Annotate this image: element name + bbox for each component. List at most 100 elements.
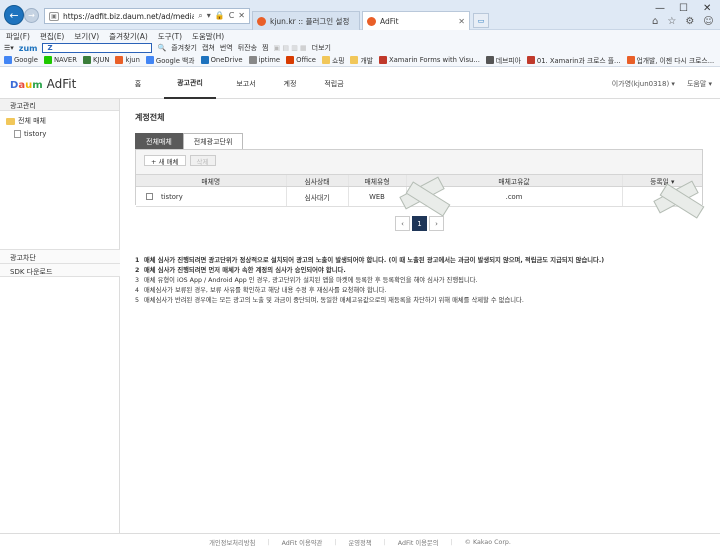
sidebar-link-adblock[interactable]: 광고차단 [0,249,120,263]
menu-file[interactable]: 파일(F) [6,31,30,42]
tb-translate[interactable]: 번역 [220,43,233,53]
address-url[interactable]: https://adfit.biz.daum.net/ad/media [63,12,194,21]
office-icon [286,56,295,64]
tab-adfit[interactable]: AdFit ✕ [362,11,470,30]
bookmark-item[interactable]: kjun [115,56,140,64]
header-right: 이가영(kjun0318) ▾ 도움말 ▾ [612,79,712,89]
nav-account[interactable]: 계정 [268,68,312,99]
menu-view[interactable]: 보기(V) [74,31,99,42]
bookmark-label: KJUN [92,56,110,64]
media-name-link[interactable]: tistory [161,193,183,201]
bookmark-item[interactable]: Google 백과 [145,55,195,65]
footer-terms-link[interactable]: AdFit 이용약관 [282,538,323,547]
menu-favorites[interactable]: 즐겨찾기(A) [109,31,148,42]
browser-titlebar: ← → ▣ https://adfit.biz.daum.net/ad/medi… [0,0,720,30]
bookmark-item[interactable]: iptime [248,56,281,64]
sidebar-link-sdk[interactable]: SDK 다운로드 [0,263,120,277]
stop-icon[interactable]: ✕ [238,11,245,21]
search-icon[interactable]: 🔍 [157,44,166,52]
file-icon [14,130,21,138]
col-review-status[interactable]: 심사상태 [285,174,348,187]
forward-button[interactable]: → [24,8,39,23]
bookmark-item[interactable]: Office [286,56,316,64]
zum-logo[interactable]: zum [19,44,38,53]
nav-reserve[interactable]: 적립금 [312,68,356,99]
bookmark-item[interactable]: 업개발, 이젠 다시 크로스... [626,55,714,65]
kjun-icon [82,56,91,64]
footer-contact-link[interactable]: AdFit 이용문의 [398,538,439,547]
dropdown-icon[interactable]: ▾ [207,11,211,21]
footer-policy-link[interactable]: 운영정책 [348,538,371,547]
notice-item: 1 매체 심사가 진행되려면 광고단위가 정상적으로 설치되어 광고의 노출이 발… [135,256,705,266]
favorites-star-icon[interactable]: ☆ [667,16,676,27]
minimize-button[interactable]: — [655,3,665,14]
cell-media-name: tistory [136,186,286,207]
delete-button[interactable]: 삭제 [189,155,216,166]
tab-all-ad-units[interactable]: 전체광고단위 [182,133,244,149]
new-tab-button[interactable]: ▭ [473,13,489,28]
menu-help[interactable]: 도움말(H) [192,31,224,42]
cell-status: 심사대기 [285,186,348,207]
tb-misc[interactable]: 뒤잔송 [238,43,257,53]
nav-home[interactable]: 홈 [120,68,156,99]
menu-tools[interactable]: 도구(T) [158,31,182,42]
bookmark-label: iptime [258,56,281,64]
tab-close-icon[interactable]: ✕ [458,17,465,26]
refresh-icon[interactable]: C [229,11,235,21]
back-button[interactable]: ← [4,5,24,25]
tab-all-media[interactable]: 전체매체 [135,133,183,149]
tb-heart[interactable]: 찜 [262,43,268,53]
user-menu[interactable]: 이가영(kjun0318) ▾ [612,79,675,89]
tree-item-all-media[interactable]: 전체 매체 [6,115,113,128]
footer-divider: | [267,538,270,546]
tab-kjun[interactable]: kjun.kr :: 플러그인 설정 [252,11,360,30]
toolbar-icons: ▣ ▤ ▥ ▦ [273,44,307,52]
bookmark-item[interactable]: NAVER [43,56,77,64]
bookmark-item[interactable]: 개발 [350,55,373,65]
tb-favorites[interactable]: 즐겨찾기 [171,43,197,53]
footer-privacy-link[interactable]: 개인정보처리방침 [209,538,255,547]
help-menu[interactable]: 도움말 ▾ [687,79,712,89]
home-icon[interactable]: ⌂ [652,16,658,27]
close-window-button[interactable]: ✕ [703,3,711,14]
bookmark-label: Google [14,56,38,64]
notice-item: 4 매체심사가 보류된 경우, 보류 사유를 확인하고 해당 내용 수정 후 재심… [135,286,705,296]
bookmark-item[interactable]: KJUN [82,56,110,64]
bookmarks-bar: Google NAVER KJUN kjun Google 백과 OneDriv… [0,54,720,67]
address-bar[interactable]: ▣ https://adfit.biz.daum.net/ad/media ⌕ … [44,8,250,24]
zum-search-input[interactable]: Z [42,43,153,53]
bookmark-label: NAVER [53,56,77,64]
new-tab-icon: ▭ [477,16,485,25]
bookmark-item[interactable]: 데브피아 [485,55,521,65]
lock-icon[interactable]: 🔒 [215,11,225,21]
smiley-icon[interactable]: ☺ [703,16,713,27]
bookmark-item[interactable]: OneDrive [200,56,243,64]
menu-edit[interactable]: 편집(E) [40,31,64,42]
adfit-logo[interactable]: Daum AdFit [10,77,76,91]
prev-page-button[interactable]: ‹ [395,216,410,231]
tree-item-tistory[interactable]: tistory [6,128,113,141]
col-media-name[interactable]: 매체명 [136,174,286,187]
nav-report[interactable]: 보고서 [224,68,268,99]
gear-icon[interactable]: ⚙ [685,16,694,27]
tab-favicon-icon [367,16,376,26]
bookmark-item[interactable]: 쇼핑 [321,55,344,65]
col-media-type[interactable]: 매체유형 [347,174,406,187]
nav-ad-management[interactable]: 광고관리 [164,68,216,99]
search-icon[interactable]: ⌕ [198,11,202,21]
bookmark-item[interactable]: Xamarin Forms with Visu... [378,56,480,64]
bookmark-item[interactable]: 01. Xamarin과 크로스 플... [526,55,621,65]
adfit-header: Daum AdFit 홈 광고관리 보고서 계정 적립금 이가영(kjun031… [0,68,720,99]
tb-capture[interactable]: 캡쳐 [202,43,215,53]
zum-toolbar: ☰▾ zum Z 🔍 즐겨찾기 캡쳐 번역 뒤잔송 찜 ▣ ▤ ▥ ▦ 더보기 [0,42,720,54]
next-page-button[interactable]: › [429,216,444,231]
media-tree: 전체 매체 tistory [0,111,119,145]
row-checkbox[interactable] [146,193,153,200]
maximize-button[interactable]: ☐ [679,3,688,14]
toolbar-menu-icon[interactable]: ☰▾ [4,44,14,52]
new-media-button[interactable]: + 새 매체 [144,155,186,166]
page-1-button[interactable]: 1 [412,216,427,231]
tb-more[interactable]: 더보기 [312,43,331,53]
bookmark-label: 데브피아 [495,57,521,65]
bookmark-item[interactable]: Google [4,56,38,64]
